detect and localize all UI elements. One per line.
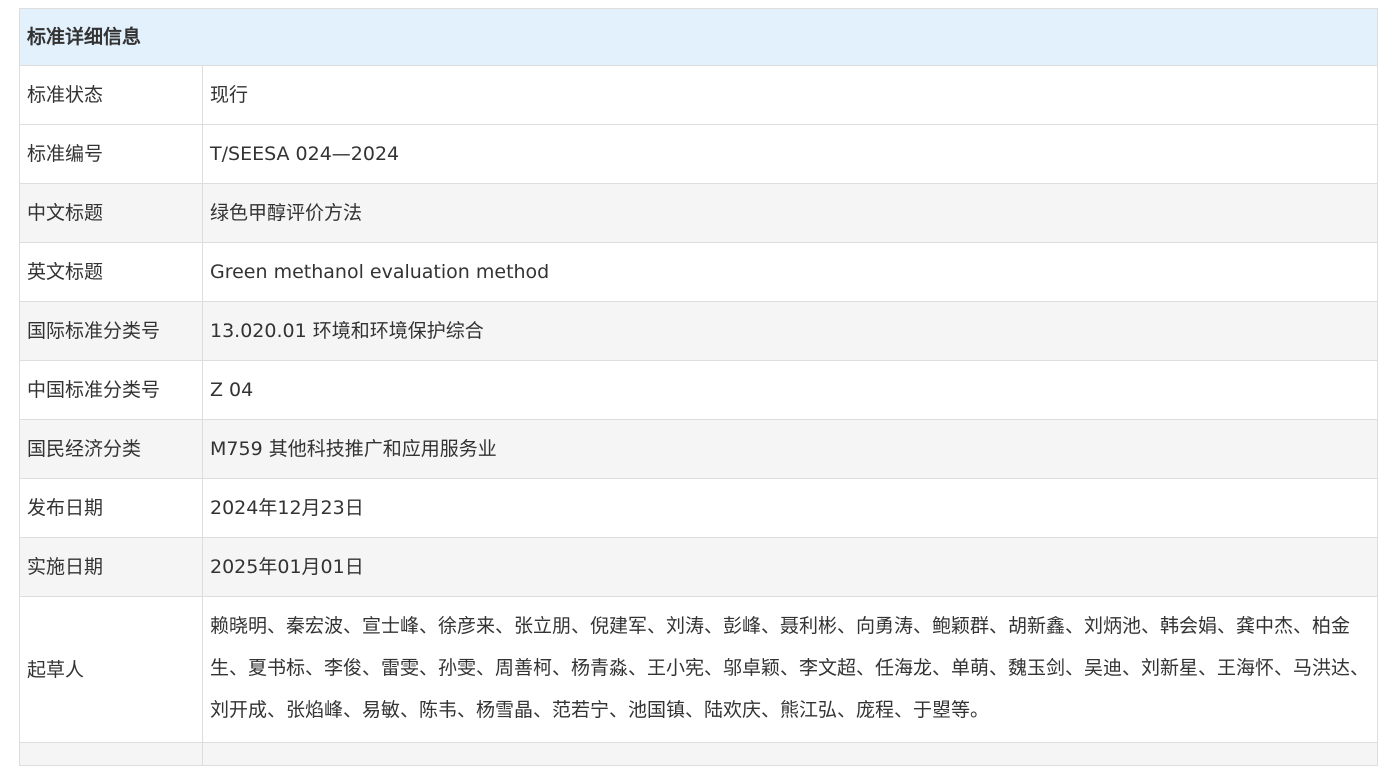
row-label: 英文标题 xyxy=(19,242,203,302)
row-label: 中国标准分类号 xyxy=(19,360,203,420)
row-label: 实施日期 xyxy=(19,537,203,597)
table-row-number: 标准编号 T/SEESA 024—2024 xyxy=(19,124,1379,184)
row-value: M759 其他科技推广和应用服务业 xyxy=(201,419,1379,479)
row-label xyxy=(19,742,203,766)
row-value: 现行 xyxy=(201,65,1379,125)
row-label: 标准状态 xyxy=(19,65,203,125)
table-row-ics: 国际标准分类号 13.020.01 环境和环境保护综合 xyxy=(19,301,1379,361)
row-value: Z 04 xyxy=(201,360,1379,420)
table-row-ccs: 中国标准分类号 Z 04 xyxy=(19,360,1379,420)
table-header-row: 标准详细信息 xyxy=(18,8,1379,66)
row-value: Green methanol evaluation method xyxy=(201,242,1379,302)
row-value: 绿色甲醇评价方法 xyxy=(201,183,1379,243)
row-label: 标准编号 xyxy=(19,124,203,184)
table-row-next xyxy=(19,742,1379,766)
row-value xyxy=(201,742,1379,766)
row-label: 中文标题 xyxy=(19,183,203,243)
panel-title: 标准详细信息 xyxy=(18,8,1379,66)
table-row-release-date: 发布日期 2024年12月23日 xyxy=(19,478,1379,538)
standard-detail-table: 标准详细信息 标准状态 现行 标准编号 T/SEESA 024—2024 中文标… xyxy=(18,8,1379,766)
table-row-chinese-title: 中文标题 绿色甲醇评价方法 xyxy=(19,183,1379,243)
row-label: 国际标准分类号 xyxy=(19,301,203,361)
row-value: 13.020.01 环境和环境保护综合 xyxy=(201,301,1379,361)
row-value: 2025年01月01日 xyxy=(201,537,1379,597)
row-label: 起草人 xyxy=(19,596,203,743)
table-row-status: 标准状态 现行 xyxy=(19,65,1379,125)
row-value: T/SEESA 024—2024 xyxy=(201,124,1379,184)
table-row-drafters: 起草人 赖晓明、秦宏波、宣士峰、徐彦来、张立朋、倪建军、刘涛、彭峰、聂利彬、向勇… xyxy=(19,596,1379,743)
row-label: 国民经济分类 xyxy=(19,419,203,479)
row-value: 赖晓明、秦宏波、宣士峰、徐彦来、张立朋、倪建军、刘涛、彭峰、聂利彬、向勇涛、鲍颖… xyxy=(201,596,1379,743)
row-value: 2024年12月23日 xyxy=(201,478,1379,538)
standard-detail-panel: 标准详细信息 标准状态 现行 标准编号 T/SEESA 024—2024 中文标… xyxy=(18,8,1379,766)
table-row-english-title: 英文标题 Green methanol evaluation method xyxy=(19,242,1379,302)
table-row-economic-class: 国民经济分类 M759 其他科技推广和应用服务业 xyxy=(19,419,1379,479)
table-row-implementation-date: 实施日期 2025年01月01日 xyxy=(19,537,1379,597)
row-label: 发布日期 xyxy=(19,478,203,538)
